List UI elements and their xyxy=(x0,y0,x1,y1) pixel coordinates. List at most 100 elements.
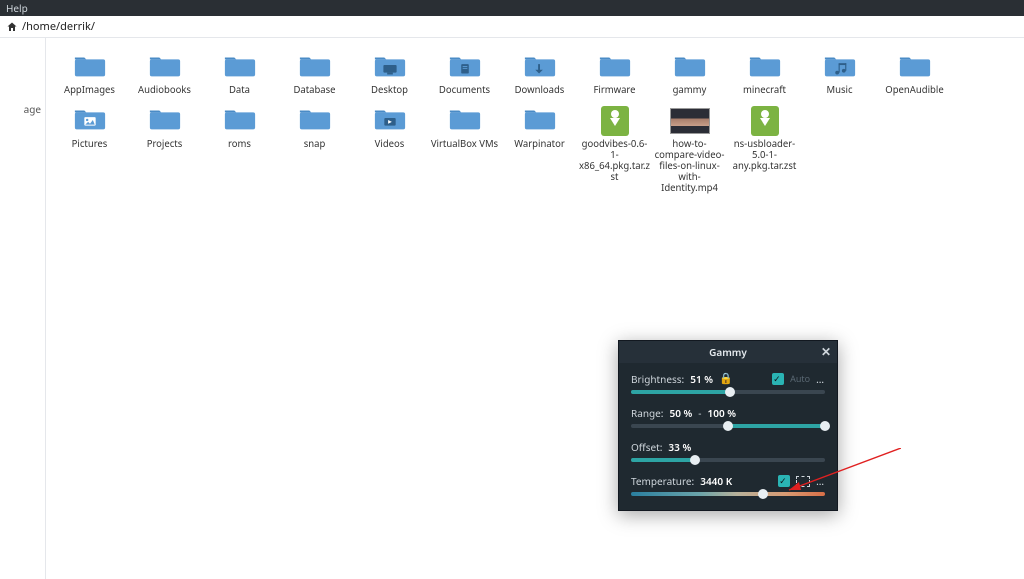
folder-icon xyxy=(823,53,857,82)
item-label: roms xyxy=(228,139,251,150)
pathbar[interactable]: /home/derrik/ xyxy=(0,16,1024,38)
item-label: VirtualBox VMs xyxy=(431,139,498,150)
item-label: Firmware xyxy=(593,85,635,96)
close-icon[interactable]: ✕ xyxy=(821,343,831,360)
item-desktop[interactable]: Desktop xyxy=(352,48,427,100)
package-icon xyxy=(601,106,629,136)
folder-icon xyxy=(748,53,782,82)
brightness-value: 51 % xyxy=(690,372,713,386)
item-minecraft[interactable]: minecraft xyxy=(727,48,802,100)
item-music[interactable]: Music xyxy=(802,48,877,100)
range-label: Range: xyxy=(631,406,663,420)
range-slider-thumb-high[interactable] xyxy=(820,421,830,431)
item-virtualboxvms[interactable]: VirtualBox VMs xyxy=(427,102,502,198)
item-warpinator[interactable]: Warpinator xyxy=(502,102,577,198)
brightness-more-button[interactable]: … xyxy=(816,372,825,386)
lock-icon[interactable]: 🔒 xyxy=(719,371,733,386)
item-label: Audiobooks xyxy=(138,85,191,96)
offset-slider-fill xyxy=(631,458,695,462)
temperature-label: Temperature: xyxy=(631,474,694,488)
menubar: Help xyxy=(0,0,1024,16)
item-snap[interactable]: snap xyxy=(277,102,352,198)
gammy-title: Gammy ✕ xyxy=(619,341,837,363)
menu-help[interactable]: Help xyxy=(6,1,28,15)
gammy-title-text: Gammy xyxy=(709,345,747,359)
item-firmware[interactable]: Firmware xyxy=(577,48,652,100)
range-slider-fill xyxy=(728,424,825,428)
folder-icon xyxy=(898,53,932,82)
item-audiobooks[interactable]: Audiobooks xyxy=(127,48,202,100)
item-label: Videos xyxy=(375,139,405,150)
sidebar: age xyxy=(0,38,46,579)
temperature-slider[interactable] xyxy=(631,492,825,496)
item-label: ns-usbloader-5.0-1-any.pkg.tar.zst xyxy=(729,139,800,172)
item-label: Pictures xyxy=(72,139,108,150)
range-slider-thumb-low[interactable] xyxy=(723,421,733,431)
folder-icon xyxy=(523,106,557,135)
item-projects[interactable]: Projects xyxy=(127,102,202,198)
range-slider[interactable] xyxy=(631,424,825,428)
temperature-row: Temperature: 3440 K … xyxy=(631,474,825,496)
temperature-value: 3440 K xyxy=(700,474,732,488)
item-label: Projects xyxy=(147,139,183,150)
range-sep: - xyxy=(698,406,701,420)
folder-icon xyxy=(373,53,407,82)
package-icon xyxy=(751,106,779,136)
temperature-checkbox[interactable] xyxy=(778,475,790,487)
folder-icon xyxy=(298,106,332,135)
item-openaudible[interactable]: OpenAudible xyxy=(877,48,952,100)
folder-icon xyxy=(448,53,482,82)
brightness-label: Brightness: xyxy=(631,372,684,386)
folder-icon xyxy=(223,106,257,135)
folder-icon xyxy=(148,53,182,82)
folder-icon xyxy=(298,53,332,82)
item-videos[interactable]: Videos xyxy=(352,102,427,198)
auto-label: Auto xyxy=(790,372,810,385)
item-gammy[interactable]: gammy xyxy=(652,48,727,100)
brightness-slider-thumb[interactable] xyxy=(725,387,735,397)
folder-icon xyxy=(223,53,257,82)
item-appimages[interactable]: AppImages xyxy=(52,48,127,100)
offset-slider[interactable] xyxy=(631,458,825,462)
brightness-row: Brightness: 51 % 🔒 Auto … xyxy=(631,371,825,394)
item-label: Data xyxy=(229,85,250,96)
item-database[interactable]: Database xyxy=(277,48,352,100)
item-goodvibes-pkg[interactable]: goodvibes-0.6-1-x86_64.pkg.tar.zst xyxy=(577,102,652,198)
range-high: 100 % xyxy=(708,406,737,420)
item-label: Downloads xyxy=(515,85,565,96)
item-label: snap xyxy=(304,139,326,150)
main: age AppImages Audiobooks Data Database D… xyxy=(0,38,1024,579)
item-data[interactable]: Data xyxy=(202,48,277,100)
item-label: Warpinator xyxy=(514,139,565,150)
offset-value: 33 % xyxy=(668,440,691,454)
auto-checkbox[interactable] xyxy=(772,373,784,385)
item-label: minecraft xyxy=(743,85,786,96)
item-pictures[interactable]: Pictures xyxy=(52,102,127,198)
range-row: Range: 50 % - 100 % xyxy=(631,406,825,428)
folder-icon xyxy=(148,106,182,135)
temperature-slider-thumb[interactable] xyxy=(758,489,768,499)
gammy-panel: Gammy ✕ Brightness: 51 % 🔒 Auto … Range: xyxy=(618,340,838,511)
item-nsusbloader-pkg[interactable]: ns-usbloader-5.0-1-any.pkg.tar.zst xyxy=(727,102,802,198)
item-label: OpenAudible xyxy=(885,85,943,96)
offset-slider-thumb[interactable] xyxy=(690,455,700,465)
brightness-slider[interactable] xyxy=(631,390,825,394)
item-label: goodvibes-0.6-1-x86_64.pkg.tar.zst xyxy=(579,139,651,183)
folder-icon xyxy=(373,106,407,135)
item-label: Music xyxy=(826,85,852,96)
temperature-setting-marked[interactable] xyxy=(796,476,810,487)
item-howto-video[interactable]: how-to-compare-video-files-on-linux-with… xyxy=(652,102,727,198)
folder-icon xyxy=(73,106,107,135)
file-grid-area: AppImages Audiobooks Data Database Deskt… xyxy=(46,38,1024,579)
path-text: /home/derrik/ xyxy=(22,19,95,34)
item-downloads[interactable]: Downloads xyxy=(502,48,577,100)
temperature-more-button[interactable]: … xyxy=(816,474,825,488)
folder-icon xyxy=(73,53,107,82)
item-label: how-to-compare-video-files-on-linux-with… xyxy=(654,139,725,194)
home-icon xyxy=(6,21,18,33)
item-documents[interactable]: Documents xyxy=(427,48,502,100)
item-roms[interactable]: roms xyxy=(202,102,277,198)
sidebar-item[interactable]: age xyxy=(0,98,45,120)
item-label: gammy xyxy=(673,85,707,96)
brightness-slider-fill xyxy=(631,390,730,394)
